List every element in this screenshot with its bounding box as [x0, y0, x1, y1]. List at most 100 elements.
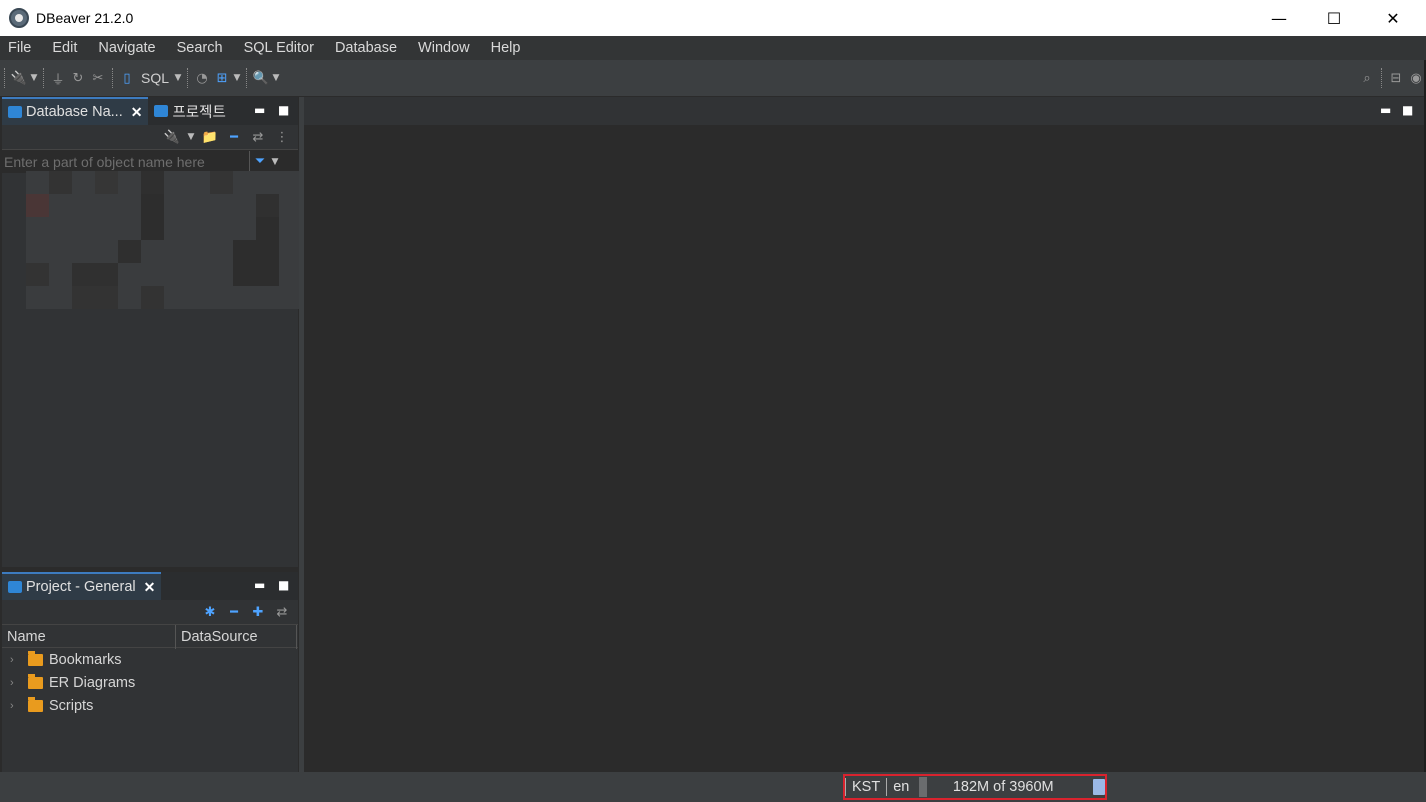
title-bar: DBeaver 21.2.0 — ☐ ✕	[0, 0, 1426, 36]
database-icon	[8, 106, 22, 118]
tree-item-label: ER Diagrams	[49, 674, 136, 691]
sql-editor-icon[interactable]: ▯	[117, 68, 137, 88]
expand-all-icon[interactable]: ✚	[248, 602, 268, 622]
tab-projects-label: 프로젝트	[172, 104, 226, 121]
new-connection-icon[interactable]: 🔌	[9, 68, 29, 88]
heap-memory-text: 182M of 3960M	[952, 779, 1054, 795]
tab-project-general-label: Project - General	[26, 579, 136, 595]
open-perspective-icon[interactable]: ⊟	[1386, 68, 1406, 88]
menu-window[interactable]: Window	[410, 36, 483, 60]
tab-database-navigator[interactable]: Database Na... ✕	[2, 97, 149, 125]
database-navigator-panel: Database Na... ✕ 프로젝트 ▬ ■ 🔌 ▼ 📁 ━ ⇄ ⋮ ⏷ …	[2, 97, 302, 567]
menu-database[interactable]: Database	[327, 36, 410, 60]
toolbar-separator	[1381, 68, 1382, 88]
navigator-subtoolbar: 🔌 ▼ 📁 ━ ⇄ ⋮	[2, 125, 298, 149]
column-header-datasource[interactable]: DataSource	[176, 625, 297, 649]
project-icon	[154, 105, 169, 117]
timezone-indicator[interactable]: KST	[845, 778, 886, 796]
navigator-tab-bar: Database Na... ✕ 프로젝트 ▬ ■	[2, 97, 298, 125]
sql-dropdown-icon[interactable]: ▼	[173, 73, 183, 83]
filter-dropdown-icon[interactable]: ▼	[270, 157, 280, 167]
project-tab-bar: Project - General ✕ ▬ ■	[2, 572, 298, 600]
tab-database-navigator-label: Database Na...	[26, 104, 123, 120]
navigator-filter-row: ⏷ ▼	[2, 149, 298, 173]
minimize-panel-icon[interactable]: ▬	[254, 103, 265, 117]
collapse-all-icon[interactable]: ━	[224, 127, 244, 147]
tree-item-label: Scripts	[49, 697, 94, 714]
project-panel: Project - General ✕ ▬ ■ ✱ ━ ✚ ⇄ Name Dat…	[2, 572, 298, 772]
expand-chevron-icon[interactable]: ›	[10, 654, 20, 666]
connect-icon[interactable]: ⏚	[48, 68, 68, 88]
view-menu-icon[interactable]: ⋮	[272, 127, 292, 147]
toolbar-grip	[4, 68, 5, 88]
expand-chevron-icon[interactable]: ›	[10, 700, 20, 712]
object-filter-input[interactable]	[2, 150, 250, 173]
dbeaver-logo-icon	[9, 8, 29, 28]
transaction-mode-icon[interactable]: ⊞	[212, 68, 232, 88]
status-bar: KST en 182M of 3960M	[0, 772, 1426, 802]
project-table-header: Name DataSource	[2, 624, 298, 649]
status-info-group: KST en 182M of 3960M	[843, 774, 1107, 800]
garbage-collect-icon[interactable]	[1093, 779, 1105, 795]
invalidate-reconnect-icon[interactable]: ↻	[68, 68, 88, 88]
window-title: DBeaver 21.2.0	[36, 10, 134, 26]
new-connection-dropdown-icon[interactable]: ▼	[186, 132, 196, 142]
disconnect-icon[interactable]: ✂	[88, 68, 108, 88]
close-button[interactable]: ✕	[1364, 0, 1422, 36]
toolbar-separator	[187, 68, 189, 88]
menu-navigate[interactable]: Navigate	[90, 36, 168, 60]
menu-edit[interactable]: Edit	[44, 36, 90, 60]
new-connection-dropdown-icon[interactable]: ▼	[29, 73, 39, 83]
tab-projects[interactable]: 프로젝트	[148, 97, 231, 125]
heap-memory-bar[interactable]: 182M of 3960M	[919, 777, 1088, 797]
search-dropdown-icon[interactable]: ▼	[271, 73, 281, 83]
collapse-all-icon[interactable]: ━	[224, 602, 244, 622]
minimize-panel-icon[interactable]: ▬	[254, 578, 265, 592]
tree-item-scripts[interactable]: › Scripts	[2, 694, 298, 717]
menu-help[interactable]: Help	[483, 36, 534, 60]
search-tool-icon[interactable]: 🔍	[251, 68, 271, 88]
menu-sql-editor[interactable]: SQL Editor	[236, 36, 327, 60]
toolbar-separator	[246, 68, 248, 88]
editor-header: ▬ ■	[304, 97, 1424, 125]
link-with-editor-icon[interactable]: ⇄	[248, 127, 268, 147]
er-diagrams-folder-icon	[28, 673, 43, 689]
maximize-button[interactable]: ☐	[1305, 0, 1363, 36]
column-header-name[interactable]: Name	[2, 625, 176, 649]
link-with-editor-icon[interactable]: ⇄	[272, 602, 292, 622]
scripts-folder-icon	[28, 696, 43, 712]
new-folder-icon[interactable]: 📁	[200, 127, 220, 147]
menu-file[interactable]: File	[0, 36, 44, 60]
minimize-button[interactable]: —	[1250, 0, 1308, 36]
toolbar-separator	[112, 68, 113, 88]
quick-search-icon[interactable]: ⌕	[1357, 68, 1377, 88]
tab-project-general[interactable]: Project - General ✕	[2, 572, 162, 600]
locale-indicator[interactable]: en	[886, 778, 915, 796]
obscured-connection-tree	[26, 171, 302, 309]
dbeaver-perspective-icon[interactable]: ◉	[1406, 68, 1426, 88]
tree-item-er-diagrams[interactable]: › ER Diagrams	[2, 671, 298, 694]
toolbar-separator	[43, 68, 44, 88]
sql-button[interactable]: SQL	[141, 70, 169, 86]
expand-chevron-icon[interactable]: ›	[10, 677, 20, 689]
new-connection-icon[interactable]: 🔌	[162, 127, 182, 147]
dashboard-icon[interactable]: ◔	[192, 68, 212, 88]
maximize-editor-icon[interactable]: ■	[1402, 103, 1413, 117]
menu-search[interactable]: Search	[169, 36, 236, 60]
menu-bar: File Edit Navigate Search SQL Editor Dat…	[0, 36, 1426, 60]
maximize-panel-icon[interactable]: ■	[278, 103, 289, 117]
tree-item-bookmarks[interactable]: › Bookmarks	[2, 648, 298, 671]
bookmarks-folder-icon	[28, 650, 43, 666]
project-subtoolbar: ✱ ━ ✚ ⇄	[2, 600, 298, 624]
maximize-panel-icon[interactable]: ■	[278, 578, 289, 592]
close-tab-icon[interactable]: ✕	[144, 579, 156, 596]
minimize-editor-icon[interactable]: ▬	[1380, 103, 1391, 117]
close-tab-icon[interactable]: ✕	[131, 104, 143, 121]
editor-area: ▬ ■	[304, 97, 1424, 772]
heap-memory-fill	[919, 777, 928, 797]
configure-resources-icon[interactable]: ✱	[200, 602, 220, 622]
main-toolbar: 🔌 ▼ ⏚ ↻ ✂ ▯ SQL ▼ ◔ ⊞ ▼ 🔍 ▼ ⌕ ⊟ ◉	[0, 60, 1426, 96]
transaction-dropdown-icon[interactable]: ▼	[232, 73, 242, 83]
tree-item-label: Bookmarks	[49, 651, 122, 668]
filter-icon[interactable]: ⏷	[250, 152, 270, 172]
